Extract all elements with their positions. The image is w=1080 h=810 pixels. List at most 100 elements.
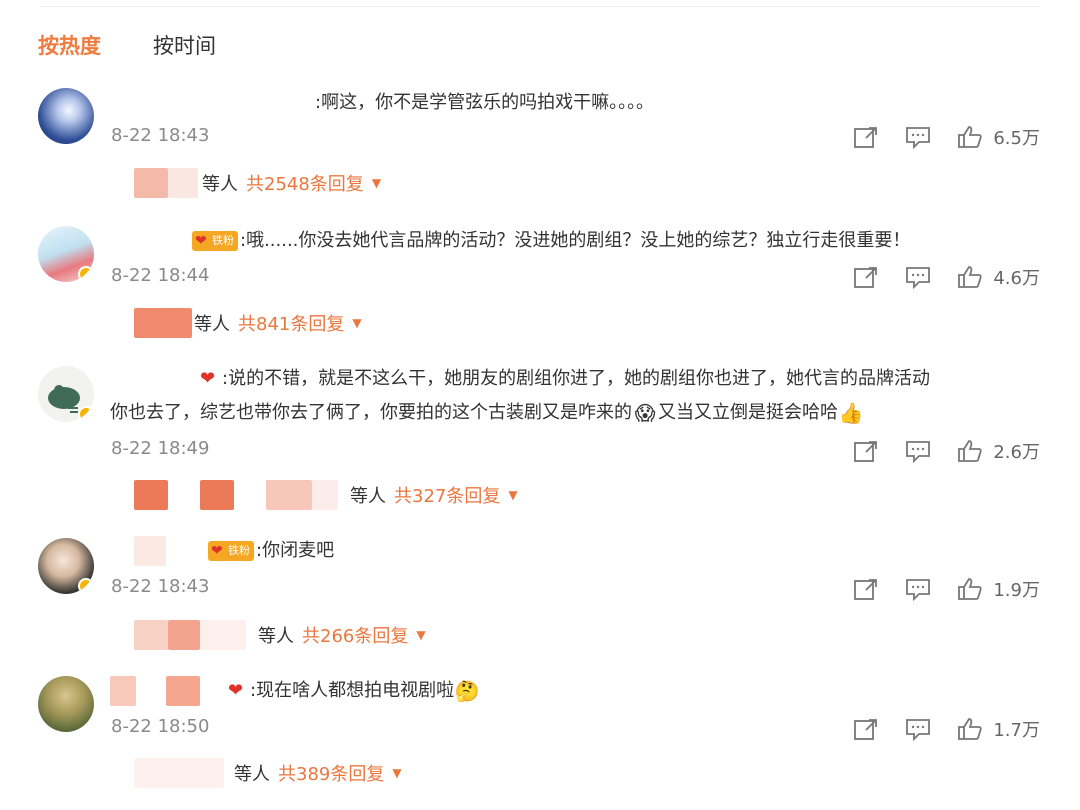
comment-text: ❤ :说的不错，就是不这么干，她朋友的剧组你进了，她的剧组你也进了，她代言的品牌活… (110, 362, 1040, 430)
like-button[interactable]: 6.5万 (957, 124, 1040, 150)
fan-heart-icon: ❤ (228, 680, 244, 701)
comment-text: ❤:现在啥人都想拍电视剧啦🤔 (110, 674, 1040, 708)
comment-actions: 1.7万 (853, 716, 1040, 742)
comment-time: 8-22 18:44 (111, 265, 210, 286)
masked-username[interactable] (134, 536, 166, 566)
like-button[interactable]: 1.9万 (957, 576, 1040, 602)
share-icon[interactable] (853, 125, 879, 149)
emoji-icon: 😱 (634, 401, 656, 425)
verified-badge-icon (78, 266, 94, 282)
reply-count[interactable]: 共266条回复 (302, 622, 408, 648)
masked-username[interactable] (110, 676, 136, 706)
reply-summary[interactable]: 等人 共841条回复 ▼ (110, 304, 362, 342)
verified-badge-icon (78, 406, 94, 422)
masked-replier (168, 620, 200, 650)
reply-count[interactable]: 共389条回复 (278, 760, 384, 786)
reply-suffix: 等人 (258, 626, 294, 647)
like-button[interactable]: 4.6万 (957, 264, 1040, 290)
comment-actions: 2.6万 (853, 438, 1040, 464)
like-button[interactable]: 1.7万 (957, 716, 1040, 742)
masked-username[interactable] (110, 88, 315, 118)
comment-text: :啊这，你不是学管弦乐的吗拍戏干嘛。。。。 (110, 86, 1040, 120)
top-divider (40, 6, 1040, 7)
caret-down-icon[interactable]: ▼ (392, 766, 401, 780)
thumbs-up-icon (957, 577, 983, 601)
reply-summary[interactable]: 等人 共389条回复 ▼ (110, 754, 402, 792)
comment-icon[interactable] (905, 717, 931, 742)
masked-username (166, 536, 206, 566)
heart-icon: ❤ (195, 233, 207, 249)
verified-badge-icon (78, 578, 94, 594)
reply-summary[interactable]: 等人 共2548条回复 ▼ (110, 164, 381, 202)
share-icon[interactable] (853, 439, 879, 463)
masked-username[interactable] (110, 364, 200, 394)
masked-username (166, 676, 200, 706)
reply-suffix: 等人 (234, 764, 270, 785)
avatar[interactable] (38, 676, 94, 732)
reply-suffix: 等人 (202, 174, 238, 195)
comment-icon[interactable] (905, 265, 931, 290)
avatar[interactable] (38, 226, 94, 282)
comment-body: :你闭麦吧 (256, 540, 335, 561)
comment-icon[interactable] (905, 125, 931, 150)
reply-summary[interactable]: 等人 共266条回复 ▼ (110, 616, 426, 654)
fan-badge-label: 铁粉 (228, 544, 250, 557)
comment-actions: 6.5万 (853, 124, 1040, 150)
thumbs-up-emoji-icon: 👍 (838, 401, 864, 425)
avatar[interactable] (38, 366, 94, 422)
like-count: 4.6万 (993, 268, 1040, 289)
share-icon[interactable] (853, 265, 879, 289)
tab-sort-hot[interactable]: 按热度 (38, 30, 101, 62)
heart-icon: ❤ (211, 543, 223, 559)
comment-icon[interactable] (905, 577, 931, 602)
masked-username (136, 676, 166, 706)
fan-badge: ❤ 铁粉 (192, 231, 238, 251)
masked-replier (312, 480, 338, 510)
caret-down-icon[interactable]: ▼ (352, 316, 361, 330)
thumbs-up-icon (957, 439, 983, 463)
masked-replier (134, 308, 192, 338)
masked-username (200, 676, 228, 706)
comment-icon[interactable] (905, 439, 931, 464)
reply-count[interactable]: 共2548条回复 (246, 170, 364, 196)
masked-replier (200, 620, 246, 650)
comment-body: :现在啥人都想拍电视剧啦 (250, 680, 455, 701)
masked-replier (266, 480, 312, 510)
comment-actions: 4.6万 (853, 264, 1040, 290)
avatar[interactable] (38, 538, 94, 594)
comment-body: :啊这，你不是学管弦乐的吗拍戏干嘛。。。。 (315, 92, 655, 113)
like-count: 1.7万 (993, 720, 1040, 741)
comment-body: :说的不错，就是不这么干，她朋友的剧组你进了，她的剧组你也进了，她代言的品牌活动 (222, 368, 931, 389)
caret-down-icon[interactable]: ▼ (508, 488, 517, 502)
thumbs-up-icon (957, 125, 983, 149)
reply-count[interactable]: 共327条回复 (394, 482, 500, 508)
masked-username[interactable] (110, 226, 190, 256)
comment-body: 又当又立倒是挺会哈哈 (658, 402, 838, 423)
share-icon[interactable] (853, 577, 879, 601)
avatar[interactable] (38, 88, 94, 144)
fan-badge-label: 铁粉 (212, 234, 234, 247)
masked-replier (168, 168, 198, 198)
fan-heart-icon: ❤ (200, 368, 216, 389)
tab-sort-time[interactable]: 按时间 (153, 30, 216, 62)
masked-replier (134, 620, 168, 650)
caret-down-icon[interactable]: ▼ (416, 628, 425, 642)
caret-down-icon[interactable]: ▼ (372, 176, 381, 190)
reply-suffix: 等人 (194, 314, 230, 335)
comment-time: 8-22 18:49 (111, 438, 210, 459)
sort-tabs: 按热度 按时间 (38, 30, 216, 62)
fan-badge: ❤ 铁粉 (208, 541, 254, 561)
comment-text: ❤ 铁粉:哦......你没去她代言品牌的活动？没进她的剧组？没上她的综艺？独立行… (110, 224, 1040, 258)
comment-time: 8-22 18:50 (111, 716, 210, 737)
like-count: 1.9万 (993, 580, 1040, 601)
thumbs-up-icon (957, 717, 983, 741)
reply-summary[interactable]: 等人 共327条回复 ▼ (110, 476, 518, 514)
comment-text: ❤ 铁粉 :你闭麦吧 (110, 534, 1040, 568)
comment-time: 8-22 18:43 (111, 576, 210, 597)
like-button[interactable]: 2.6万 (957, 438, 1040, 464)
reply-suffix: 等人 (350, 486, 386, 507)
thumbs-up-icon (957, 265, 983, 289)
masked-replier (134, 480, 168, 510)
share-icon[interactable] (853, 717, 879, 741)
reply-count[interactable]: 共841条回复 (238, 310, 344, 336)
